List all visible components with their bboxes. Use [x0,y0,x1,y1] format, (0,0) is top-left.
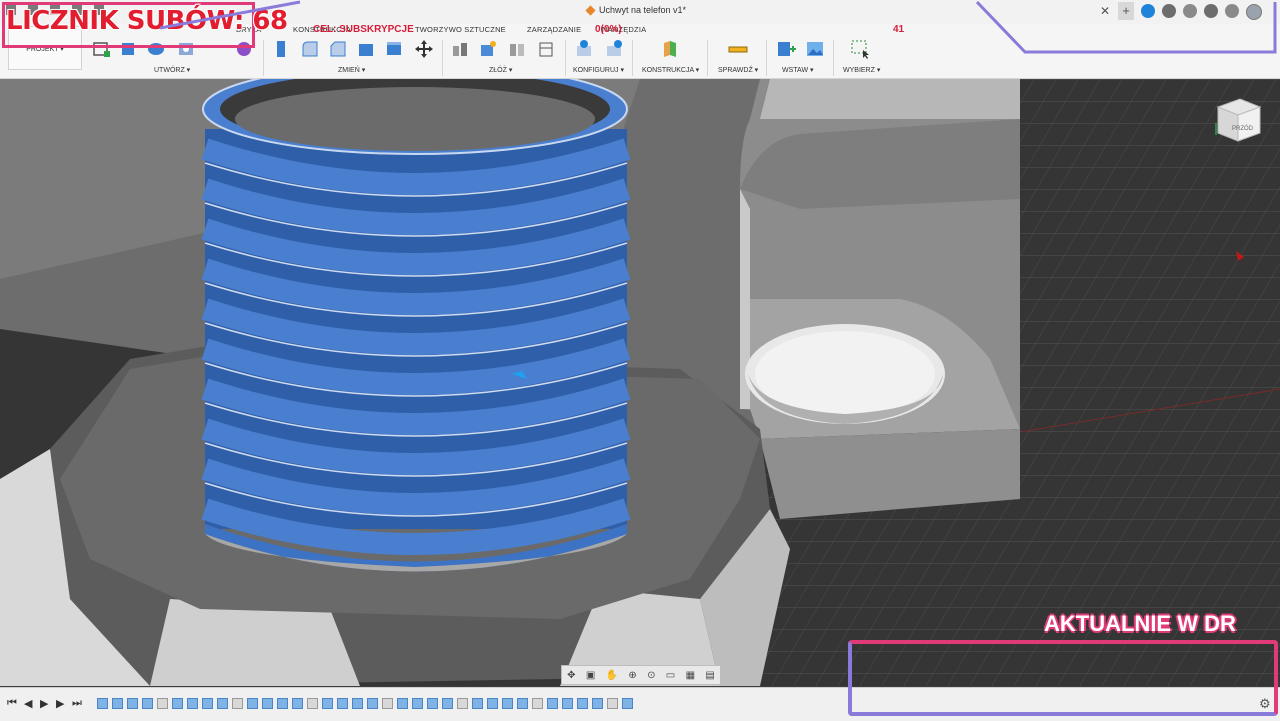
timeline-feature[interactable] [187,698,198,709]
configure-icon[interactable] [604,39,624,59]
shell-icon[interactable] [356,39,376,59]
timeline-feature[interactable] [367,698,378,709]
navigation-bar: ✥ ▣ ✋ ⊕ ⊙ ▭ ▦ ▤ [561,665,721,685]
timeline-feature[interactable] [127,698,138,709]
select-icon[interactable] [850,39,870,59]
timeline-feature[interactable] [547,698,558,709]
document-icon [585,4,596,16]
pan-icon[interactable]: ✋ [606,670,618,681]
go-to-start-icon[interactable]: ⏮ [7,697,17,710]
insert-derive-icon[interactable] [776,39,796,59]
timeline-feature[interactable] [337,698,348,709]
timeline-feature[interactable] [532,698,543,709]
timeline-feature[interactable] [157,698,168,709]
timeline-feature[interactable] [97,698,108,709]
tab-tworzywo[interactable]: TWORZYWO SZTUCZNE [415,25,506,34]
timeline-feature[interactable] [307,698,318,709]
timeline-feature[interactable] [607,698,618,709]
timeline-feature[interactable] [472,698,483,709]
timeline-feature[interactable] [172,698,183,709]
timeline-feature[interactable] [397,698,408,709]
top-right-frame [975,0,1277,54]
timeline-feature[interactable] [277,698,288,709]
measure-icon[interactable] [728,39,748,59]
orbit-icon[interactable]: ✥ [567,670,575,681]
timeline-feature[interactable] [442,698,453,709]
group-configure[interactable]: KONFIGURUJ ▾ [573,66,624,74]
model-view[interactable]: PRZÓD [0,79,1280,686]
group-assemble[interactable]: ZŁÓŻ ▾ [489,66,512,74]
document-title: Uchwyt na telefon v1* [599,5,687,15]
timeline-feature[interactable] [562,698,573,709]
group-modify[interactable]: ZMIEŃ ▾ [338,66,365,74]
view-cube-label: PRZÓD [1232,125,1254,132]
timeline-feature[interactable] [262,698,273,709]
timeline-feature[interactable] [427,698,438,709]
step-forward-icon[interactable]: ▶ [56,697,64,710]
view-cube[interactable]: PRZÓD [1215,98,1262,142]
go-to-end-icon[interactable]: ⏭ [72,697,82,710]
group-construct[interactable]: KONSTRUKCJA ▾ [642,66,699,74]
display-settings-icon[interactable]: ▭ [666,670,675,681]
timeline-feature[interactable] [457,698,468,709]
chamfer-icon[interactable] [328,39,348,59]
timeline-feature[interactable] [232,698,243,709]
insert-image-icon[interactable] [805,39,825,59]
goal-progress: 0(0%) [595,24,622,35]
group-insert[interactable]: WSTAW ▾ [782,66,814,74]
selected-thread-body[interactable] [201,79,631,572]
move-icon[interactable] [414,39,434,59]
fit-icon[interactable]: ⊙ [647,670,655,681]
top-left-accent [160,0,301,30]
timeline-feature[interactable] [412,698,423,709]
group-select[interactable]: WYBIERZ ▾ [843,66,880,74]
timeline-feature[interactable] [502,698,513,709]
grid-settings-icon[interactable]: ▦ [686,670,695,681]
canvas-viewport[interactable]: PRZÓD [0,79,1280,686]
timeline-feature[interactable] [292,698,303,709]
now-playing-banner: AKTUALNIE W DR [1044,611,1236,636]
as-built-joint-icon[interactable] [507,39,527,59]
step-back-icon[interactable]: ◀ [24,697,32,710]
play-icon[interactable]: ▶ [40,697,48,710]
timeline-feature[interactable] [202,698,213,709]
group-create[interactable]: UTWÓRZ ▾ [154,66,190,74]
timeline-feature[interactable] [517,698,528,709]
new-component-icon[interactable] [450,39,470,59]
viewports-icon[interactable]: ▤ [705,670,714,681]
joint-icon[interactable] [478,39,498,59]
zoom-icon[interactable]: ⊕ [628,670,636,681]
offset-plane-icon[interactable] [660,39,680,59]
goal-target: 41 [893,24,905,35]
press-pull-icon[interactable] [272,39,292,59]
goal-label: CEL: SUBSKRYPCJE [313,24,414,35]
timeline-feature[interactable] [487,698,498,709]
timeline-feature[interactable] [382,698,393,709]
timeline-items[interactable] [97,698,633,709]
timeline-feature[interactable] [247,698,258,709]
timeline-feature[interactable] [142,698,153,709]
timeline-feature[interactable] [577,698,588,709]
joint-origin-icon[interactable] [536,39,556,59]
combine-icon[interactable] [384,39,404,59]
tab-zarzadzanie[interactable]: ZARZĄDZANIE [527,25,581,34]
now-playing-frame [848,640,1278,716]
timeline-feature[interactable] [112,698,123,709]
group-inspect[interactable]: SPRAWDŹ ▾ [718,66,758,74]
fillet-icon[interactable] [300,39,320,59]
timeline-feature[interactable] [592,698,603,709]
timeline-feature[interactable] [352,698,363,709]
look-at-icon[interactable]: ▣ [586,670,595,681]
document-tab[interactable]: Uchwyt na telefon v1* [585,4,687,16]
timeline-feature[interactable] [322,698,333,709]
timeline-feature[interactable] [622,698,633,709]
parameters-icon[interactable] [574,39,594,59]
timeline-feature[interactable] [217,698,228,709]
